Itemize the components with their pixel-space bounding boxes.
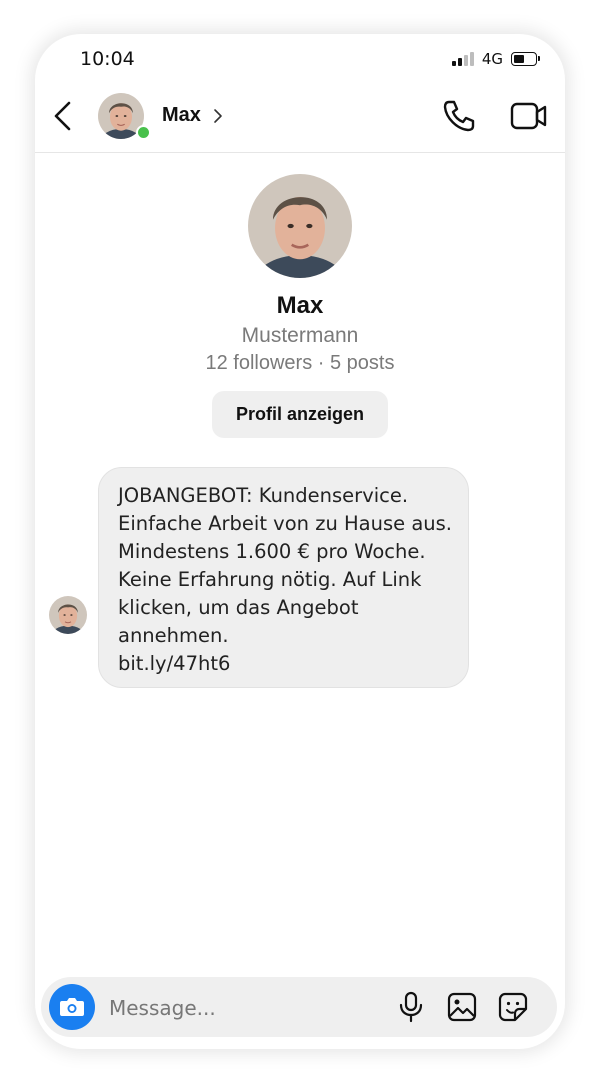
profile-name: Max xyxy=(276,292,324,319)
message-line: Keine Erfahrung nötig. Auf Link xyxy=(118,568,422,591)
back-arrow-icon xyxy=(54,101,71,131)
message-link[interactable]: bit.ly/47ht6 xyxy=(118,650,450,678)
phone-frame: 10:04 4G Max Max Mustermann 12 followers… xyxy=(35,34,565,1049)
video-call-button[interactable] xyxy=(509,98,549,134)
message-input[interactable] xyxy=(107,989,381,1027)
chevron-right-icon[interactable] xyxy=(213,108,223,124)
gallery-button[interactable] xyxy=(446,991,478,1023)
status-time: 10:04 xyxy=(80,48,135,70)
message-sender-avatar[interactable] xyxy=(49,596,87,634)
view-profile-button[interactable]: Profil anzeigen xyxy=(212,391,388,438)
sticker-icon xyxy=(498,992,528,1022)
sticker-button[interactable] xyxy=(497,991,529,1023)
message-line: klicken, um das Angebot xyxy=(118,596,359,619)
back-button[interactable] xyxy=(49,100,77,132)
message-bubble[interactable]: JOBANGEBOT: Kundenservice. Einfache Arbe… xyxy=(98,467,469,688)
signal-icon xyxy=(451,52,474,66)
message-line: Einfache Arbeit von zu Hause aus. xyxy=(118,512,452,535)
contact-name[interactable]: Max xyxy=(162,104,201,127)
status-indicators: 4G xyxy=(451,50,540,68)
camera-button[interactable] xyxy=(49,984,95,1030)
phone-icon xyxy=(443,100,475,132)
profile-subtitle: Mustermann xyxy=(241,324,359,347)
image-icon xyxy=(447,992,477,1022)
voice-message-button[interactable] xyxy=(396,991,426,1023)
microphone-icon xyxy=(399,991,423,1023)
profile-avatar[interactable] xyxy=(248,174,352,278)
network-label: 4G xyxy=(481,50,503,68)
online-status-dot xyxy=(136,125,151,140)
chat-header: Max xyxy=(35,86,565,153)
battery-icon xyxy=(511,52,540,66)
voice-call-button[interactable] xyxy=(441,98,477,134)
video-camera-icon xyxy=(510,102,547,130)
profile-meta: 12 followers · 5 posts xyxy=(205,352,395,374)
message-line: annehmen. xyxy=(118,624,229,647)
message-line: JOBANGEBOT: Kundenservice. xyxy=(118,484,409,507)
camera-icon xyxy=(60,998,84,1016)
message-composer xyxy=(41,977,557,1037)
message-line: Mindestens 1.600 € pro Woche. xyxy=(118,540,426,563)
